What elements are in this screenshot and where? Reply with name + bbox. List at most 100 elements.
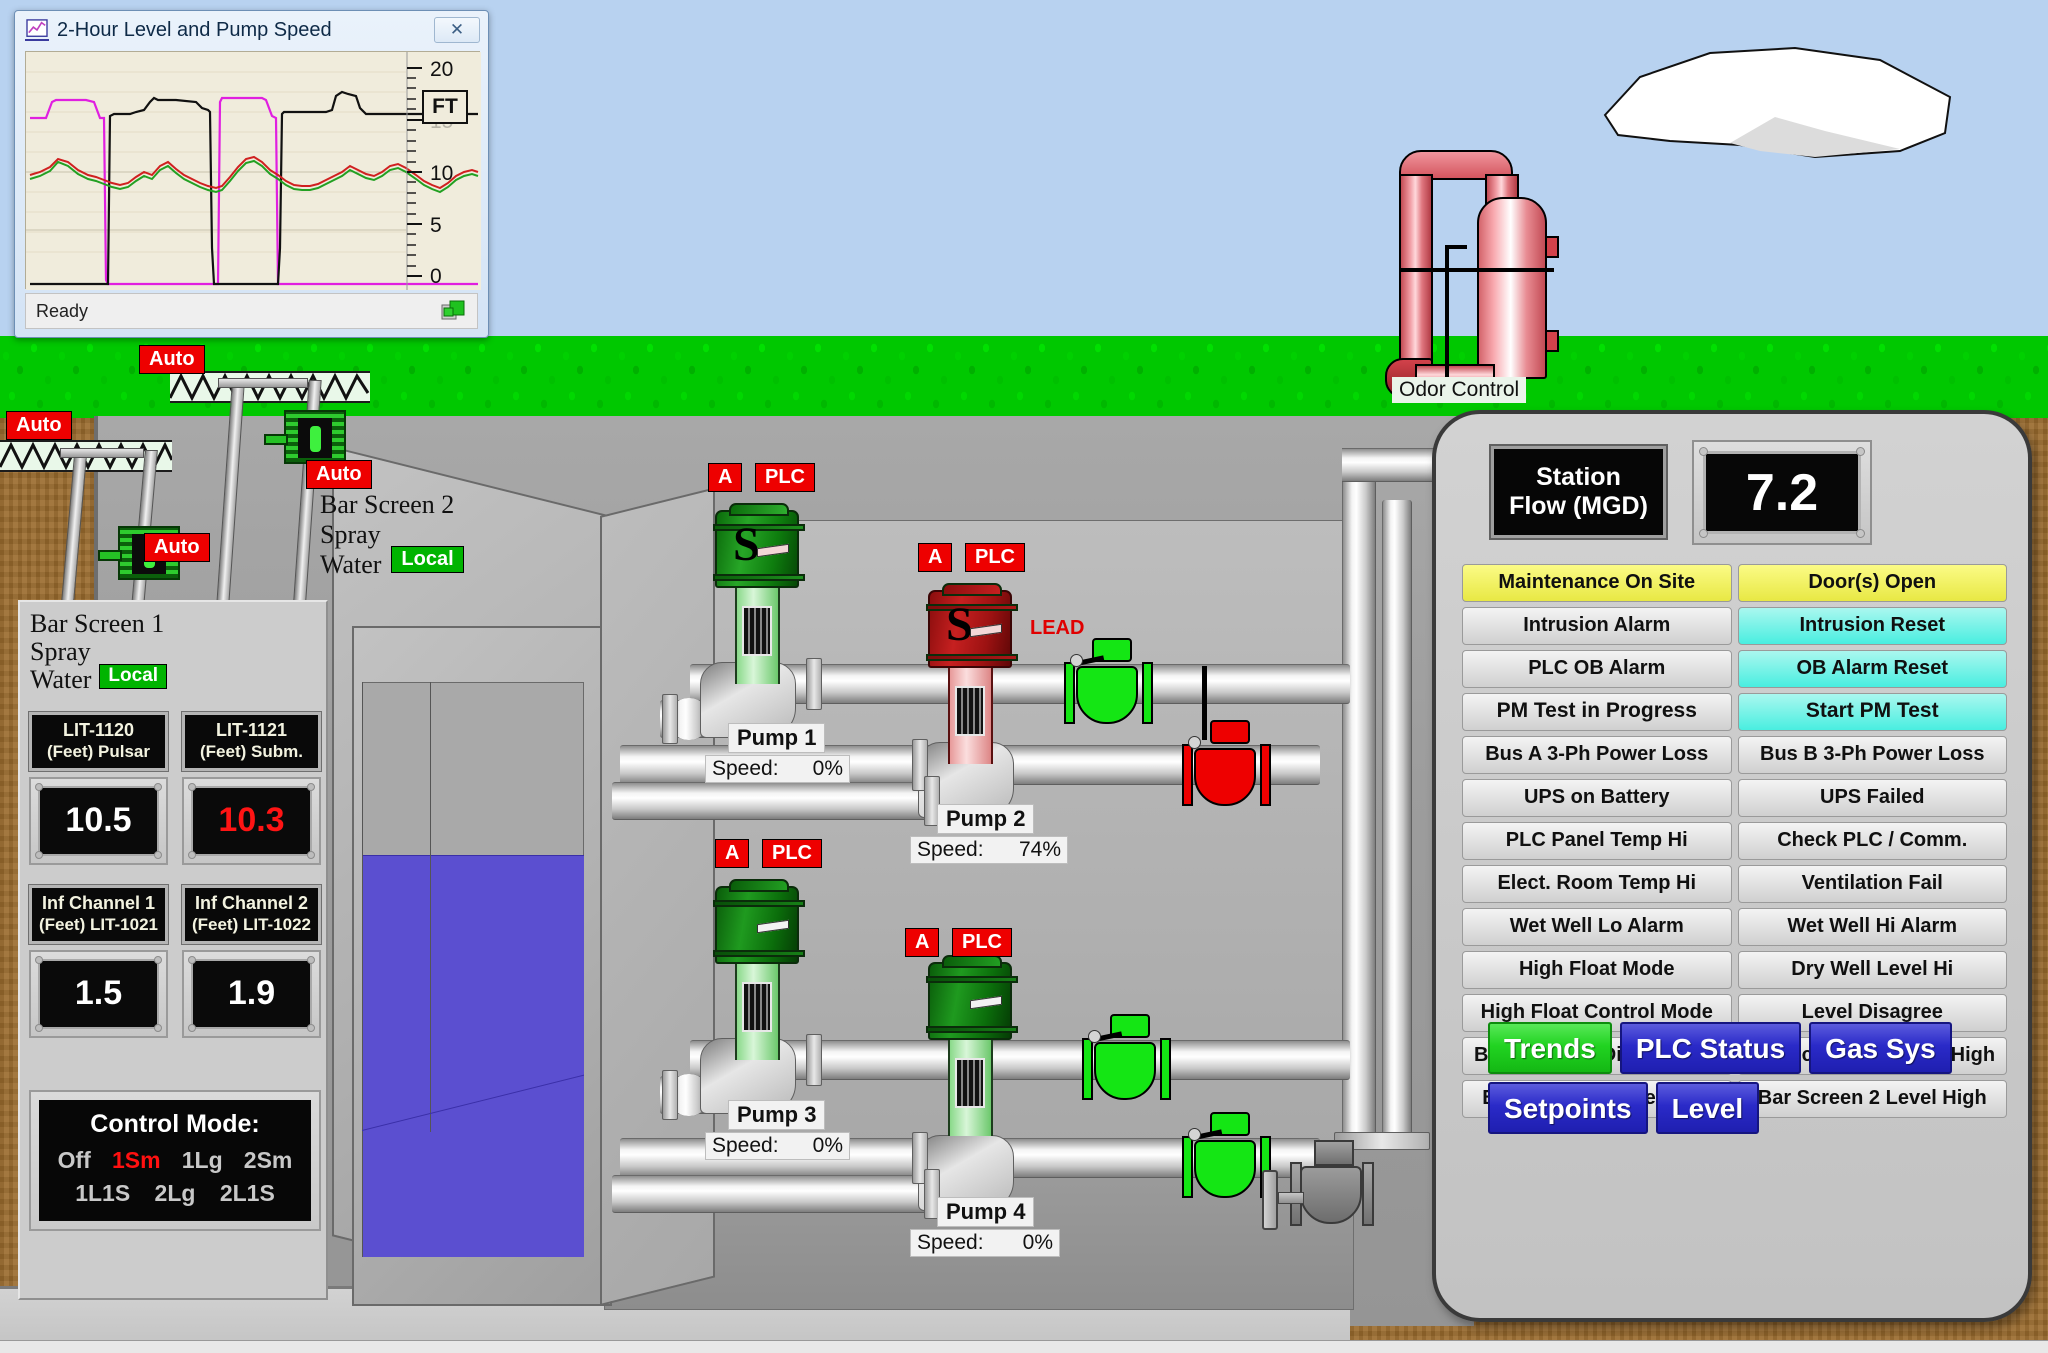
control-mode-display: Control Mode: Off 1Sm 1Lg 2Sm 1L1S 2Lg 2… — [39, 1100, 311, 1221]
pump4-unit[interactable] — [926, 955, 1018, 1142]
pump3-control-tag[interactable]: PLC — [762, 839, 822, 868]
valve-handwheel[interactable] — [1262, 1170, 1278, 1230]
nav-button-setpoints[interactable]: Setpoints — [1488, 1082, 1648, 1134]
button-start-pm-test[interactable]: Start PM Test — [1737, 693, 2007, 731]
alarm-maintenance-on-site[interactable]: Maintenance On Site — [1462, 564, 1732, 602]
bar-screen-2-motor-mode-tag[interactable]: Auto — [306, 460, 372, 489]
bar-screen-2-drive-motor[interactable] — [264, 410, 346, 464]
nav-button-level[interactable]: Level — [1655, 1082, 1760, 1134]
bar-screen-2-mode-tag[interactable]: Auto — [139, 345, 205, 374]
pump1-unit[interactable]: S — [713, 503, 805, 690]
control-mode-option-2l1s[interactable]: 2L1S — [220, 1180, 275, 1207]
trend-window[interactable]: 2-Hour Level and Pump Speed ✕ 20 10 5 0 … — [14, 10, 489, 338]
pump2-mode-tag[interactable]: A — [918, 543, 953, 572]
control-mode-option-1l1s[interactable]: 1L1S — [75, 1180, 130, 1207]
navigation-row-2: Setpoints Level — [1488, 1082, 1988, 1134]
pump3-unit[interactable] — [713, 879, 805, 1066]
pump1-control-tag[interactable]: PLC — [755, 463, 815, 492]
station-control-panel: Station Flow (MGD) 7.2 Maintenance On Si… — [1432, 410, 2032, 1322]
pump2-header-valve[interactable] — [1180, 666, 1276, 818]
bar-screen-1-mode-badge[interactable]: Local — [99, 664, 168, 689]
pump1-motor-band-lower — [713, 574, 805, 581]
pump1-header-valve[interactable] — [1062, 638, 1158, 736]
pump4-mode-tag[interactable]: A — [905, 928, 940, 957]
control-mode-option-2sm[interactable]: 2Sm — [244, 1147, 293, 1174]
alarm-dry-well-level-hi[interactable]: Dry Well Level Hi — [1737, 951, 2007, 989]
discharge-isolation-valve[interactable] — [1262, 1140, 1400, 1260]
pump3-header-valve[interactable] — [1080, 1014, 1176, 1112]
station-flow-value: 7.2 — [1703, 451, 1861, 534]
alarm-ups-failed[interactable]: UPS Failed — [1737, 779, 2007, 817]
trend-plot-area[interactable]: 20 15 10 5 0 FT — [25, 51, 481, 290]
alarm-high-float-mode[interactable]: High Float Mode — [1462, 951, 1732, 989]
screw-icon — [35, 1023, 43, 1032]
meter-sub-3: (Feet) LIT-1022 — [191, 914, 312, 934]
bar-screen-1-mode-tag[interactable]: Auto — [6, 411, 72, 440]
alarm-wet-well-lo[interactable]: Wet Well Lo Alarm — [1462, 908, 1732, 946]
button-ob-alarm-reset[interactable]: OB Alarm Reset — [1737, 650, 2007, 688]
button-intrusion-reset[interactable]: Intrusion Reset — [1737, 607, 2007, 645]
alarm-elect-room-temp-hi[interactable]: Elect. Room Temp Hi — [1462, 865, 1732, 903]
pump2-control-tag[interactable]: PLC — [965, 543, 1025, 572]
pump4-control-tag[interactable]: PLC — [952, 928, 1012, 957]
control-mode-option-2lg[interactable]: 2Lg — [155, 1180, 196, 1207]
valve-actuator — [1210, 720, 1250, 744]
nav-button-gas-sys[interactable]: Gas Sys — [1809, 1022, 1952, 1074]
pump1-speed-label: Speed: — [712, 757, 779, 780]
alarm-bus-a-power-loss[interactable]: Bus A 3-Ph Power Loss — [1462, 736, 1732, 774]
bar-screen-1-title: Bar Screen 1 Spray Water Local — [30, 609, 168, 694]
pump2-suction-pipe — [612, 782, 952, 820]
alarm-pm-test-in-progress[interactable]: PM Test in Progress — [1462, 693, 1732, 731]
pump3-motor-band-lower — [713, 950, 805, 957]
pump2-speed: Speed: 74% — [910, 836, 1068, 864]
meter-value-lit1121[interactable]: 10.3 — [182, 776, 321, 865]
meter-value-infch1[interactable]: 1.5 — [29, 949, 168, 1038]
pump3-discharge-flange — [806, 1034, 822, 1086]
alarm-ups-on-battery[interactable]: UPS on Battery — [1462, 779, 1732, 817]
valve-body — [1194, 1140, 1256, 1198]
alarm-intrusion-alarm[interactable]: Intrusion Alarm — [1462, 607, 1732, 645]
alarm-plc-panel-temp-hi[interactable]: PLC Panel Temp Hi — [1462, 822, 1732, 860]
pump1-nameplate — [757, 543, 789, 558]
nav-button-trends[interactable]: Trends — [1488, 1022, 1612, 1074]
level-meter-grid: LIT-1120 (Feet) Pulsar LIT-1121 (Feet) S… — [28, 711, 322, 1058]
windows-icon[interactable] — [441, 300, 467, 322]
control-mode-option-1sm[interactable]: 1Sm — [112, 1147, 161, 1174]
pump3-speed: Speed: 0% — [705, 1132, 850, 1160]
odor-control-label: Odor Control — [1392, 377, 1527, 403]
wet-well-inner-edge — [430, 682, 431, 1132]
screw-icon — [307, 1023, 315, 1032]
valve-flange-right — [1142, 662, 1153, 724]
valve-flange-left — [1082, 1038, 1093, 1100]
alarm-ventilation-fail[interactable]: Ventilation Fail — [1737, 865, 2007, 903]
close-icon[interactable]: ✕ — [434, 17, 480, 43]
alarm-bus-b-power-loss[interactable]: Bus B 3-Ph Power Loss — [1737, 736, 2007, 774]
pump4-speed-value: 0% — [1022, 1231, 1053, 1254]
alarm-check-plc-comm[interactable]: Check PLC / Comm. — [1737, 822, 2007, 860]
alarm-plc-ob-alarm[interactable]: PLC OB Alarm — [1462, 650, 1732, 688]
trend-unit-badge[interactable]: FT — [422, 90, 468, 124]
control-mode-option-1lg[interactable]: 1Lg — [182, 1147, 223, 1174]
alarm-doors-open[interactable]: Door(s) Open — [1737, 564, 2007, 602]
pump1-mode-tag[interactable]: A — [708, 463, 743, 492]
pump3-label: Pump 3 — [728, 1100, 826, 1130]
bar-screen-1-motor-mode-tag[interactable]: Auto — [144, 533, 210, 562]
meter-value-lit1120[interactable]: 10.5 — [29, 776, 168, 865]
pump1-motor-cap — [729, 503, 789, 516]
meter-label-lit1121: LIT-1121 (Feet) Subm. — [181, 711, 322, 772]
alarm-wet-well-hi[interactable]: Wet Well Hi Alarm — [1737, 908, 2007, 946]
pump1-status-letter: S — [733, 518, 760, 571]
control-mode-panel[interactable]: Control Mode: Off 1Sm 1Lg 2Sm 1L1S 2Lg 2… — [29, 1090, 321, 1231]
motor-indicator — [310, 426, 321, 452]
pump3-mode-tag[interactable]: A — [715, 839, 750, 868]
station-flow-meter[interactable]: 7.2 — [1692, 440, 1872, 545]
nav-button-plc-status[interactable]: PLC Status — [1619, 1022, 1802, 1074]
control-mode-option-off[interactable]: Off — [58, 1147, 91, 1174]
pump2-unit[interactable]: S — [926, 583, 1018, 770]
bar-screen-2-mode-badge[interactable]: Local — [391, 545, 464, 573]
valve-bonnet — [1314, 1140, 1354, 1166]
valve-flange-left — [1182, 1136, 1193, 1198]
screw-icon — [188, 955, 196, 964]
meter-value-infch2[interactable]: 1.9 — [182, 949, 321, 1038]
odor-control-skid[interactable] — [1385, 150, 1559, 405]
